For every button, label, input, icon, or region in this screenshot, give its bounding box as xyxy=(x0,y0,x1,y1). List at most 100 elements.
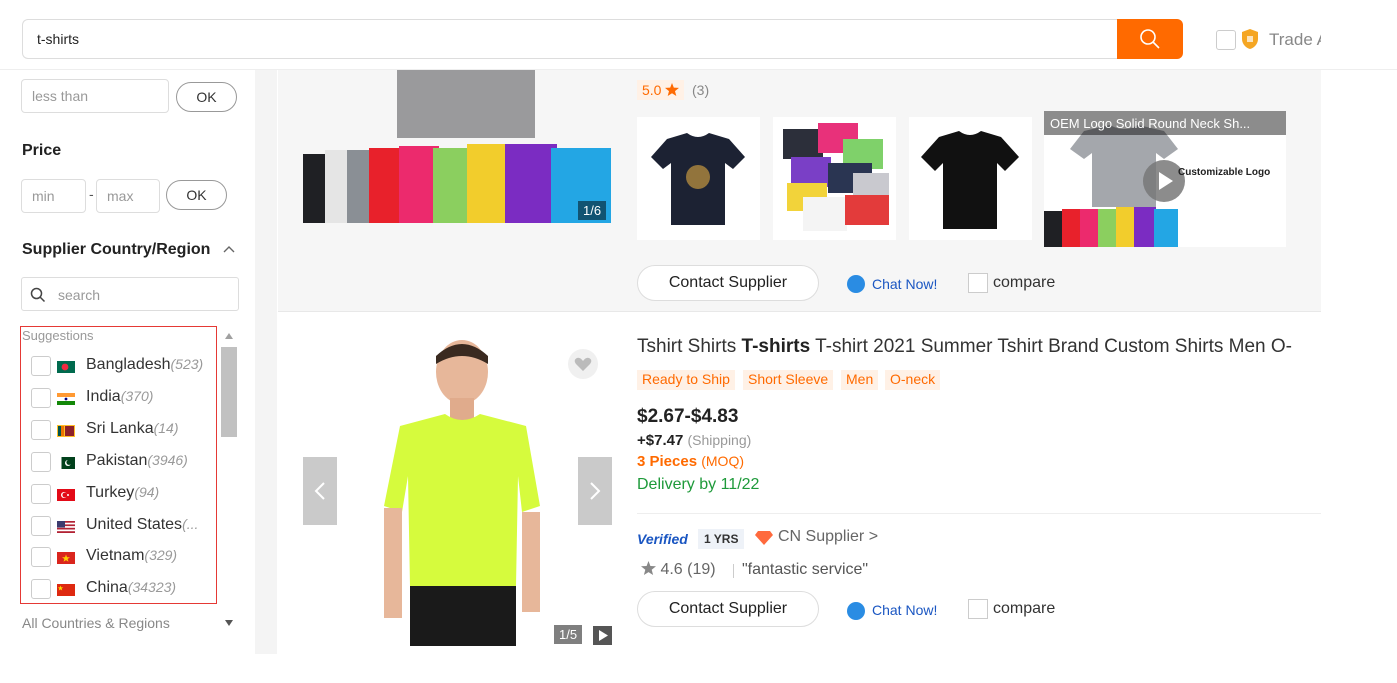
favorite-button[interactable] xyxy=(568,349,598,379)
country-item-china[interactable]: China(34323) xyxy=(31,577,216,599)
chevron-up-icon[interactable] xyxy=(223,245,235,255)
review-snippet: "fantastic service" xyxy=(742,561,869,578)
shipping-cost: +$7.47 (Shipping) xyxy=(637,432,752,449)
next-image-button[interactable] xyxy=(578,457,612,525)
rating-count: (3) xyxy=(692,82,710,98)
scroll-thumb[interactable] xyxy=(221,347,237,437)
product-main-image[interactable]: 1/6 xyxy=(303,70,611,223)
black-tshirt-image xyxy=(921,131,1019,229)
contact-supplier-button[interactable]: Contact Supplier xyxy=(637,591,819,627)
separator xyxy=(733,564,734,578)
colorful-folded-shirts-image xyxy=(783,123,889,231)
product-video-thumbnail[interactable]: OEM Logo Solid Round Neck Sh... Customiz… xyxy=(1044,111,1286,247)
min-order-ok-button[interactable]: OK xyxy=(176,82,237,112)
product-title-link[interactable]: Tshirt Shirts T-shirts T-shirt 2021 Summ… xyxy=(637,336,1321,358)
country-label: Turkey(94) xyxy=(86,484,160,501)
country-label: Pakistan(3946) xyxy=(86,452,188,469)
checkbox[interactable] xyxy=(31,356,51,376)
country-label: China(34323) xyxy=(86,579,177,596)
country-item-turkey[interactable]: Turkey(94) xyxy=(31,482,216,504)
star-icon xyxy=(641,561,656,575)
checkbox[interactable] xyxy=(31,547,51,567)
trade-assurance-shield-icon xyxy=(1242,29,1258,49)
price-ok-button[interactable]: OK xyxy=(166,180,227,210)
supplier-years-badge: 1 YRS xyxy=(698,529,745,549)
country-item-bangladesh[interactable]: Bangladesh(523) xyxy=(31,354,216,376)
country-search-placeholder: search xyxy=(58,287,101,303)
min-order-quantity: 3 Pieces (MOQ) xyxy=(637,453,744,470)
contact-supplier-button[interactable]: Contact Supplier xyxy=(637,265,819,301)
tshirt-stack-image xyxy=(303,70,611,223)
country-label: India(370) xyxy=(86,388,154,405)
compare-checkbox[interactable] xyxy=(968,599,988,619)
country-label: Sri Lanka(14) xyxy=(86,420,179,437)
all-countries-link[interactable]: All Countries & Regions xyxy=(22,615,170,631)
product-main-image[interactable] xyxy=(340,336,595,646)
country-label: Bangladesh(523) xyxy=(86,356,204,373)
image-counter: 1/5 xyxy=(554,625,583,644)
chevron-left-icon xyxy=(314,482,325,500)
product-thumbnail[interactable] xyxy=(909,117,1032,240)
country-search-input[interactable]: search xyxy=(21,277,239,311)
diamond-icon xyxy=(755,531,773,545)
trade-assurance-label[interactable]: Trade A xyxy=(1269,30,1321,50)
turkey-flag-icon xyxy=(57,489,75,501)
country-item-united-states[interactable]: United States(... xyxy=(31,514,216,536)
checkbox[interactable] xyxy=(31,452,51,472)
heart-icon xyxy=(574,357,592,371)
bangladesh-flag-icon xyxy=(57,361,75,373)
product-tag: Ready to Ship xyxy=(637,370,735,390)
price-range-dash: - xyxy=(89,186,94,202)
country-label: United States(... xyxy=(86,516,199,533)
sidebar-gutter xyxy=(255,70,277,654)
star-icon xyxy=(665,83,680,96)
scroll-down-icon[interactable] xyxy=(225,620,233,626)
united-states-flag-icon xyxy=(57,521,75,533)
min-order-input[interactable]: less than xyxy=(21,79,169,113)
compare-label[interactable]: compare xyxy=(993,274,1055,292)
chat-icon[interactable] xyxy=(847,275,865,293)
video-caption: Customizable Logo xyxy=(1178,167,1271,178)
rating-badge: 5.0 xyxy=(637,80,685,100)
vietnam-flag-icon xyxy=(57,552,75,564)
lime-tshirt-model-image xyxy=(384,340,540,646)
image-counter: 1/6 xyxy=(578,201,607,220)
search-icon xyxy=(1140,29,1160,49)
search-input[interactable]: t-shirts xyxy=(22,19,1118,59)
chat-now-link[interactable]: Chat Now! xyxy=(872,276,937,292)
compare-label[interactable]: compare xyxy=(993,600,1055,618)
country-item-pakistan[interactable]: Pakistan(3946) xyxy=(31,450,216,472)
price-min-input[interactable]: min xyxy=(21,179,86,213)
product-thumbnail[interactable] xyxy=(773,117,896,240)
prev-image-button[interactable] xyxy=(303,457,337,525)
product-thumbnail[interactable] xyxy=(637,117,760,240)
china-flag-icon xyxy=(57,584,75,596)
price-range: $2.67-$4.83 xyxy=(637,406,739,427)
delivery-date: Delivery by 11/22 xyxy=(637,476,760,493)
country-item-india[interactable]: India(370) xyxy=(31,386,216,408)
product-tag: O-neck xyxy=(885,370,941,390)
checkbox[interactable] xyxy=(31,420,51,440)
video-play-icon[interactable] xyxy=(593,626,612,645)
navy-tshirt-image xyxy=(651,133,745,225)
compare-checkbox[interactable] xyxy=(968,273,988,293)
pakistan-flag-icon xyxy=(57,457,75,469)
checkbox[interactable] xyxy=(31,579,51,599)
country-item-sri-lanka[interactable]: Sri Lanka(14) xyxy=(31,418,216,440)
scroll-up-icon[interactable] xyxy=(225,333,233,339)
checkbox[interactable] xyxy=(31,516,51,536)
supplier-type-link[interactable]: CN Supplier > xyxy=(778,528,878,546)
supplier-country-title[interactable]: Supplier Country/Region xyxy=(22,241,210,259)
checkbox[interactable] xyxy=(31,484,51,504)
video-title: OEM Logo Solid Round Neck Sh... xyxy=(1044,111,1286,135)
chat-now-link[interactable]: Chat Now! xyxy=(872,602,937,618)
trade-assurance-checkbox[interactable] xyxy=(1216,30,1236,50)
sri-lanka-flag-icon xyxy=(57,425,75,437)
chat-icon[interactable] xyxy=(847,602,865,620)
checkbox[interactable] xyxy=(31,388,51,408)
product-tag: Men xyxy=(841,370,879,390)
search-button[interactable] xyxy=(1117,19,1183,59)
price-max-input[interactable]: max xyxy=(96,179,160,213)
verified-badge[interactable]: Verified xyxy=(637,531,688,547)
country-item-vietnam[interactable]: Vietnam(329) xyxy=(31,545,216,567)
